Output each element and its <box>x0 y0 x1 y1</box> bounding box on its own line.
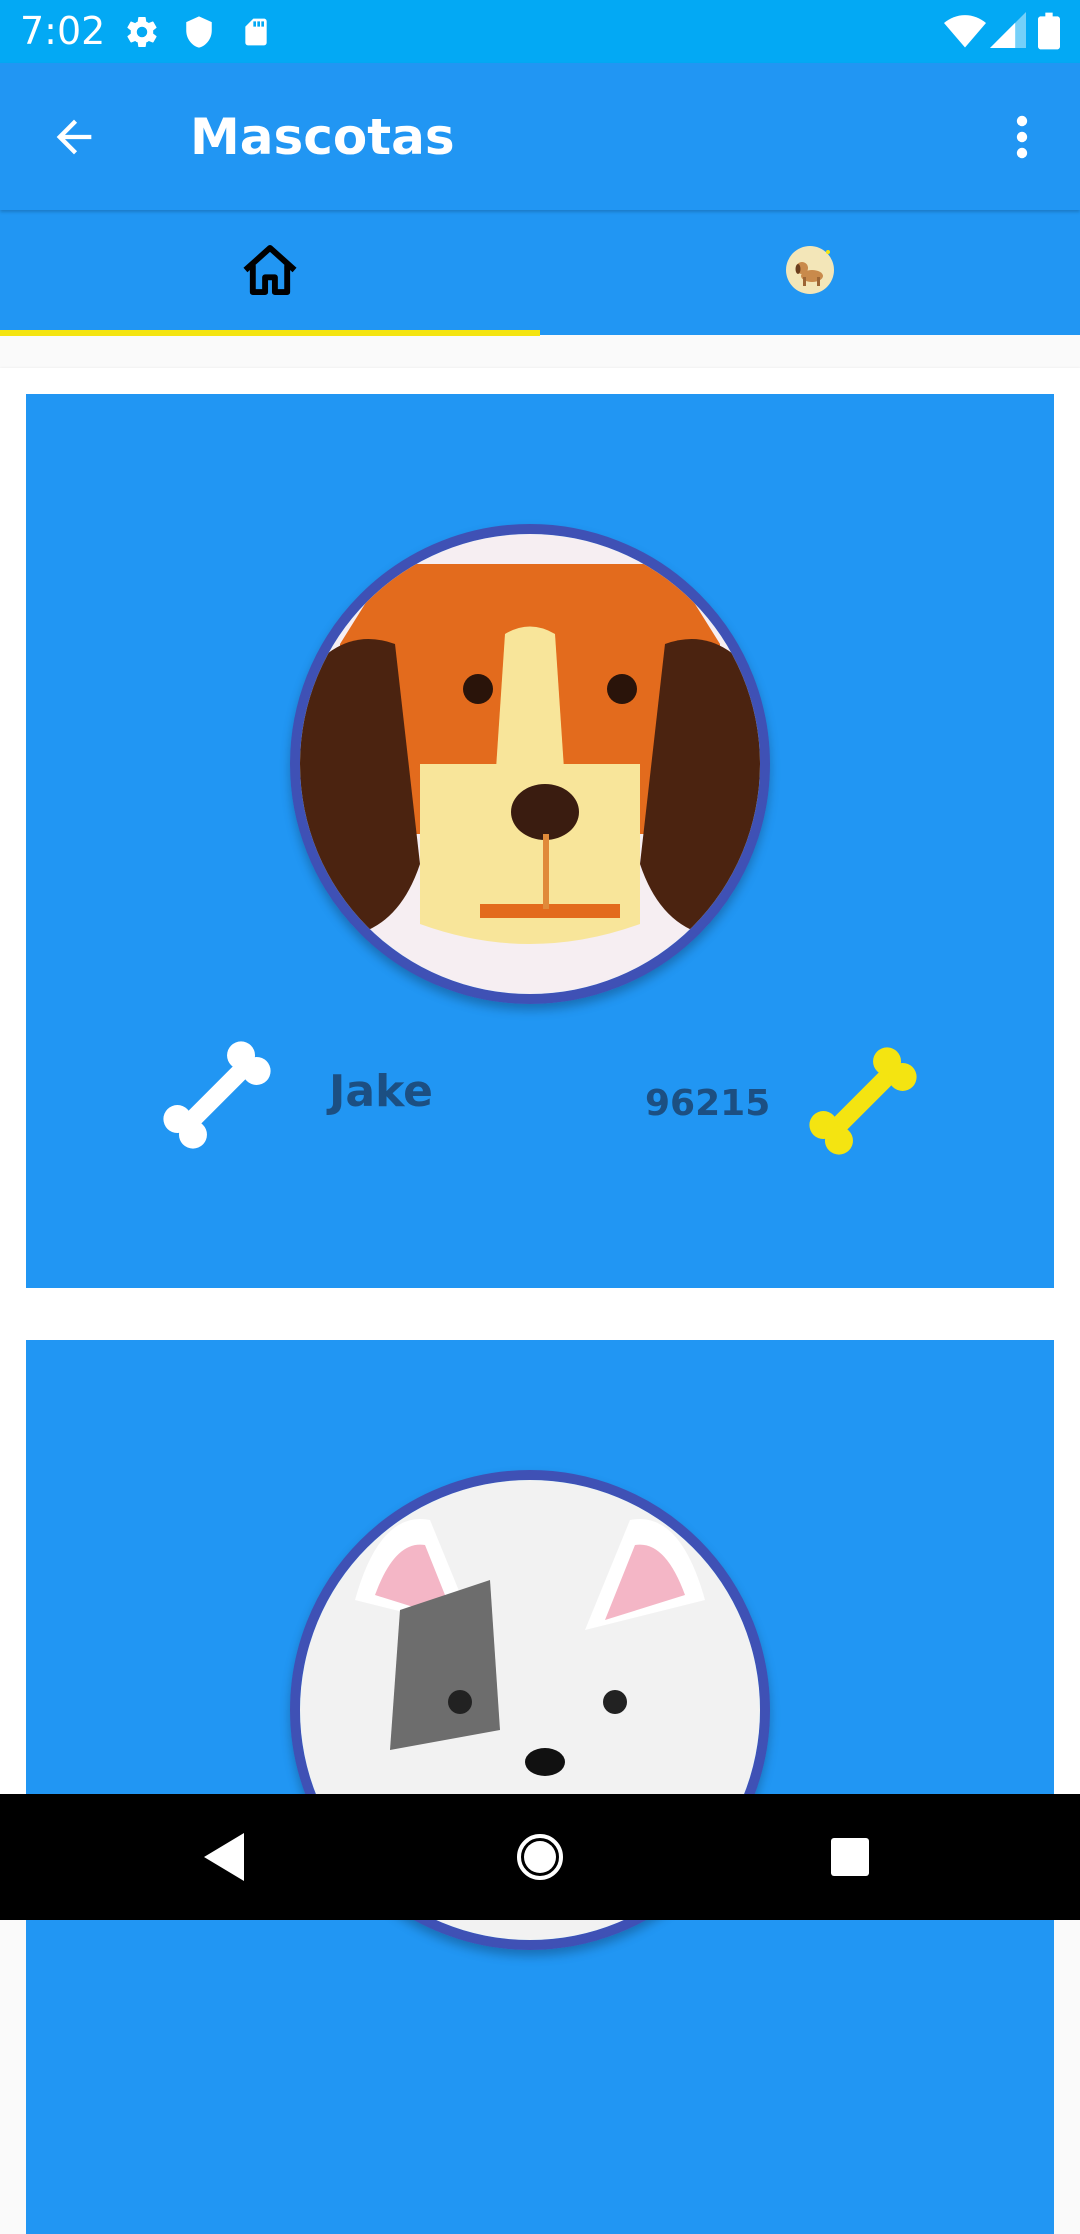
pet-name: Jake <box>329 1066 433 1117</box>
wifi-icon <box>944 12 986 53</box>
battery-icon <box>1038 12 1060 55</box>
pet-likes-count: 96215 <box>645 1083 771 1124</box>
recents-square-icon[interactable] <box>780 1794 920 1920</box>
app-bar: Mascotas <box>0 63 1080 210</box>
tab-home[interactable] <box>0 210 540 335</box>
more-vert-icon[interactable] <box>1002 113 1042 166</box>
beagle-avatar <box>290 524 770 1004</box>
back-triangle-icon[interactable] <box>156 1794 296 1920</box>
pet-card-panel <box>26 1340 1054 2234</box>
tab-bar <box>0 210 1080 336</box>
tab-indicator <box>0 330 540 336</box>
pet-card[interactable]: Jake 96215 <box>0 368 1080 1316</box>
page-title: Mascotas <box>190 108 455 166</box>
home-icon <box>240 243 300 302</box>
status-bar: 7:02 <box>0 0 1080 63</box>
system-nav-bar <box>0 1794 1080 1920</box>
tab-dog-profile[interactable] <box>540 210 1080 335</box>
arrow-back-icon[interactable] <box>48 111 100 168</box>
settings-icon <box>124 14 160 55</box>
pet-card-panel: Jake 96215 <box>26 394 1054 1288</box>
shield-icon <box>182 14 216 55</box>
bone-icon-white[interactable] <box>152 1030 282 1165</box>
signal-icon <box>990 12 1026 53</box>
sd-card-icon <box>240 14 272 55</box>
status-time: 7:02 <box>20 9 106 53</box>
home-circle-icon[interactable] <box>470 1794 610 1920</box>
dog-profile-icon <box>784 244 836 301</box>
bone-icon-yellow[interactable] <box>798 1036 928 1171</box>
